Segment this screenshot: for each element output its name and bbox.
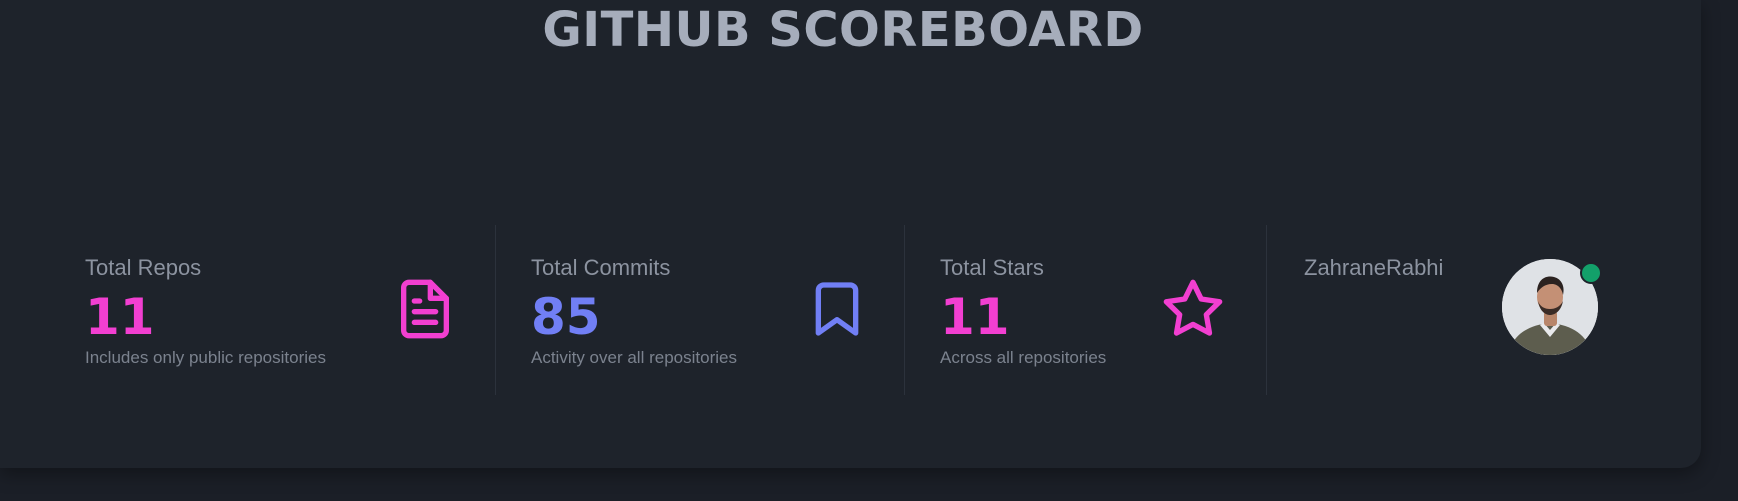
stat-description: Activity over all repositories xyxy=(531,348,737,367)
stat-title: Total Repos xyxy=(85,255,202,280)
stat-profile: ZahraneRabhi xyxy=(1267,225,1628,395)
scoreboard-card: GITHUB SCOREBOARD Total Repos 11 Include… xyxy=(0,0,1701,468)
username-label: ZahraneRabhi xyxy=(1304,255,1444,280)
stats-row: Total Repos 11 Includes only public repo… xyxy=(48,225,1628,395)
stat-description: Includes only public repositories xyxy=(85,348,326,367)
stat-value: 85 xyxy=(531,288,601,346)
stat-description: Across all repositories xyxy=(940,348,1107,367)
stat-title: Total Commits xyxy=(531,255,671,280)
stat-value: 11 xyxy=(85,288,155,346)
stat-total-stars: Total Stars 11 Across all repositories xyxy=(905,225,1267,395)
document-icon xyxy=(393,277,457,341)
stat-title: Total Stars xyxy=(940,255,1044,280)
page-title: GITHUB SCOREBOARD xyxy=(542,2,1144,58)
bookmark-icon xyxy=(805,277,869,341)
star-icon xyxy=(1161,277,1225,341)
stat-total-commits: Total Commits 85 Activity over all repos… xyxy=(496,225,904,395)
stat-total-repos: Total Repos 11 Includes only public repo… xyxy=(48,225,495,395)
stat-value: 11 xyxy=(940,288,1010,346)
online-status-indicator xyxy=(1580,262,1602,284)
